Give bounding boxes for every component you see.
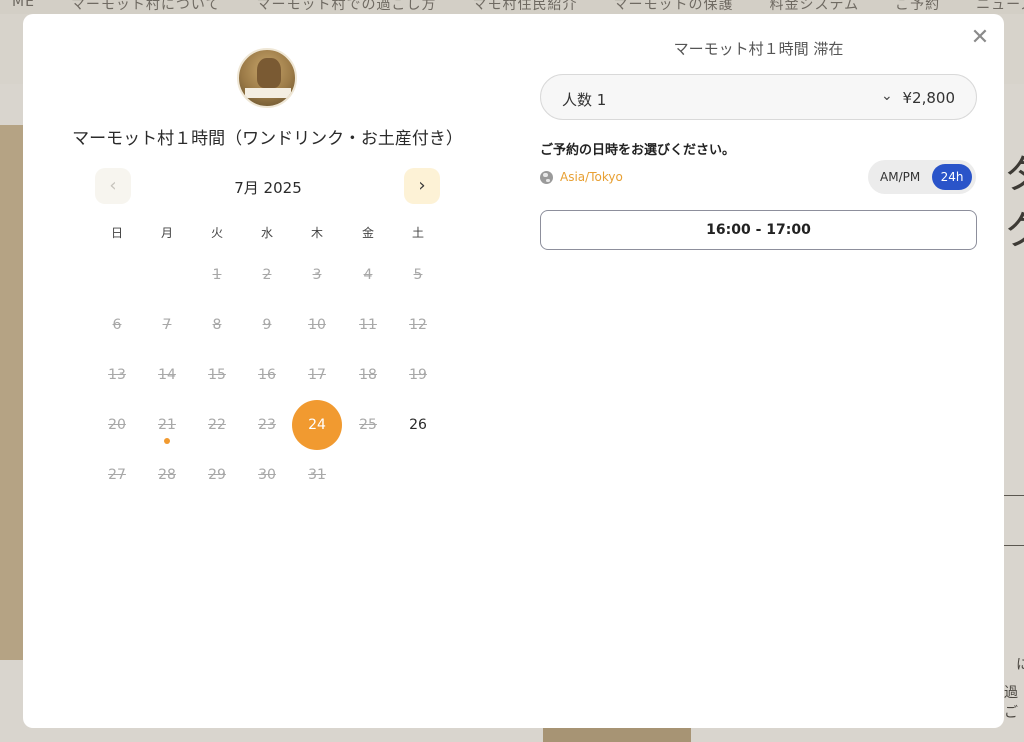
calendar-day: 28 — [158, 467, 176, 483]
globe-icon — [540, 171, 553, 184]
calendar-day: 16 — [258, 367, 276, 383]
calendar-day: 22 — [208, 417, 226, 433]
background-glyph: タ — [1004, 142, 1024, 200]
calendar-day: 13 — [108, 367, 126, 383]
background-text: に — [1016, 657, 1024, 673]
calendar-day: 4 — [363, 267, 373, 283]
calendar-month-label: 7月 2025 — [234, 179, 302, 197]
calendar-day: 15 — [208, 367, 226, 383]
calendar-day: 8 — [212, 317, 222, 333]
weekday-label: 月 — [160, 226, 173, 240]
calendar-day: 14 — [158, 367, 176, 383]
calendar-day: 1 — [212, 267, 222, 283]
background-divider — [1004, 545, 1024, 546]
calendar-day: 9 — [262, 317, 272, 333]
calendar-day: 29 — [208, 467, 226, 483]
weekday-label: 木 — [310, 226, 323, 240]
weekday-label: 水 — [260, 226, 273, 240]
time-slot-button[interactable]: 16:00 - 17:00 — [540, 210, 977, 250]
calendar-day: 25 — [359, 417, 377, 433]
calendar-day: 5 — [413, 267, 423, 283]
product-title: マーモット村１時間（ワンドリンク・お土産付き） — [72, 129, 463, 149]
price-label: ¥2,800 — [902, 89, 956, 107]
weekday-label: 金 — [361, 226, 374, 240]
calendar-day-selected[interactable]: 24 — [292, 400, 342, 450]
calendar-day: 7 — [162, 317, 172, 333]
today-indicator — [164, 438, 170, 444]
calendar-day: 31 — [308, 467, 326, 483]
marmot-image — [257, 58, 281, 88]
calendar-day: 20 — [108, 417, 126, 433]
quantity-select[interactable]: 人数 1 ⌄ ¥2,800 — [540, 74, 977, 120]
weekday-label: 火 — [210, 226, 223, 240]
calendar-day: 2 — [262, 267, 272, 283]
background-divider — [1004, 495, 1024, 496]
time-format-toggle[interactable]: AM/PM 24h — [868, 160, 976, 194]
chevron-down-icon: ⌄ — [881, 88, 893, 104]
calendar-day: 11 — [359, 317, 377, 333]
next-month-button[interactable]: › — [404, 168, 440, 204]
calendar-day: 6 — [112, 317, 122, 333]
calendar-day: 17 — [308, 367, 326, 383]
product-image — [237, 48, 297, 108]
calendar-day: 23 — [258, 417, 276, 433]
timezone-label[interactable]: Asia/Tokyo — [560, 170, 623, 184]
calendar-day: 3 — [312, 267, 322, 283]
calendar-day: 27 — [108, 467, 126, 483]
background-nav-item: 料金システム — [769, 0, 860, 13]
background-nav-item: ニュース / イベ — [976, 0, 1024, 13]
background-nav-item: ME — [12, 0, 35, 10]
date-prompt: ご予約の日時をお選びください。 — [540, 143, 736, 158]
quantity-label: 人数 1 — [562, 91, 607, 109]
background-nav-item: マーモットの保護 — [613, 0, 734, 13]
background-bottom-image — [543, 726, 691, 742]
background-nav-item: ご予約 — [895, 0, 941, 13]
calendar-day: 18 — [359, 367, 377, 383]
background-nav-item: マーモット村について — [70, 0, 221, 13]
background-left-image — [0, 125, 24, 660]
background-nav-item: マーモット村での過ごし方 — [256, 0, 437, 13]
background-text: 過ご — [1004, 685, 1018, 721]
calendar-day[interactable]: 26 — [393, 400, 443, 450]
background-nav: ME マーモット村について マーモット村での過ごし方 マモ村住民紹介 マーモットの保護 料… — [0, 0, 1024, 14]
background-glyph: ク — [1004, 198, 1024, 256]
plan-title: マーモット村１時間 滞在 — [673, 40, 844, 58]
24h-option[interactable]: 24h — [932, 164, 972, 190]
calendar-day: 12 — [409, 317, 427, 333]
ampm-option[interactable]: AM/PM — [880, 170, 920, 184]
prev-month-button[interactable]: ‹ — [95, 168, 131, 204]
calendar-day: 30 — [258, 467, 276, 483]
background-right-content: タ ク に 過ご — [1004, 90, 1024, 730]
weekday-label: 土 — [411, 226, 424, 240]
calendar-day: 19 — [409, 367, 427, 383]
product-image-label — [245, 88, 291, 98]
calendar-day: 10 — [308, 317, 326, 333]
background-nav-item: マモ村住民紹介 — [472, 0, 578, 13]
weekday-label: 日 — [110, 226, 123, 240]
